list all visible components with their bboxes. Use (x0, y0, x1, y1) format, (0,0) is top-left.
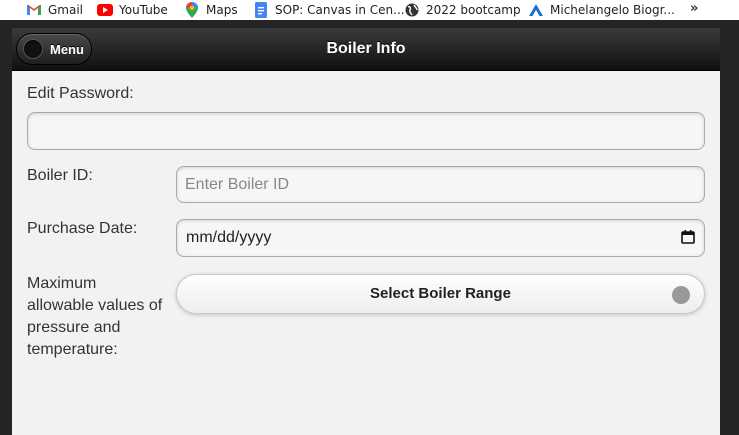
bookmark-label: 2022 bootcamp (426, 3, 521, 17)
edit-password-field[interactable] (28, 113, 704, 149)
select-boiler-range-button[interactable]: Select Boiler Range (176, 274, 705, 314)
bookmark-sop[interactable]: SOP: Canvas in Cen... (253, 2, 405, 18)
bookmark-label: Gmail (48, 3, 84, 17)
boiler-id-label: Boiler ID: (27, 167, 93, 184)
purchase-date-input[interactable]: mm/dd/yyyy (176, 219, 705, 257)
bookmark-youtube[interactable]: YouTube (97, 2, 168, 18)
max-values-label-line: Maximum (27, 275, 97, 292)
boiler-id-input[interactable] (177, 167, 704, 202)
max-values-label-line: allowable values of (27, 297, 163, 314)
bookmark-maps[interactable]: Maps (184, 2, 238, 18)
boiler-id-field-wrapper (176, 166, 705, 203)
max-values-label-line: temperature: (27, 341, 118, 358)
edit-password-label: Edit Password: (27, 85, 134, 102)
bookmark-gmail[interactable]: Gmail (26, 2, 83, 18)
max-values-label: Maximum allowable values of pressure and… (27, 273, 162, 361)
bookmark-label: Michelangelo Biogr... (550, 3, 675, 17)
bookmark-label: SOP: Canvas in Cen... (275, 3, 405, 17)
menu-button-label: Menu (50, 41, 84, 57)
docs-icon (253, 2, 269, 18)
globe-icon (404, 2, 420, 18)
gmail-icon (26, 2, 42, 18)
bookmark-a-icon (528, 2, 544, 18)
select-boiler-range-label: Select Boiler Range (370, 285, 511, 302)
app-panel: Menu Boiler Info Edit Password: Boiler I… (12, 28, 720, 435)
max-values-label-line: pressure and (27, 319, 121, 336)
edit-password-field-wrapper (27, 112, 705, 150)
maps-icon (184, 2, 200, 18)
bookmarks-more-button[interactable]: » (690, 1, 698, 16)
bookmark-bootcamp[interactable]: 2022 bootcamp (404, 2, 521, 18)
purchase-date-label: Purchase Date: (27, 220, 138, 237)
page-title: Boiler Info (326, 40, 406, 57)
purchase-date-value: mm/dd/yyyy (186, 229, 272, 246)
bookmark-label: Maps (206, 3, 238, 17)
select-indicator-icon (672, 286, 690, 304)
header-bar: Menu Boiler Info (12, 28, 720, 71)
calendar-icon[interactable] (681, 230, 695, 244)
bookmark-michelangelo[interactable]: Michelangelo Biogr... (528, 2, 675, 18)
bookmarks-bar: Gmail YouTube Maps SOP: Canvas in Cen...… (0, 0, 739, 20)
bookmark-label: YouTube (119, 3, 168, 17)
youtube-icon (97, 2, 113, 18)
menu-button[interactable]: Menu (16, 33, 92, 65)
menu-toggle-icon (23, 39, 43, 59)
